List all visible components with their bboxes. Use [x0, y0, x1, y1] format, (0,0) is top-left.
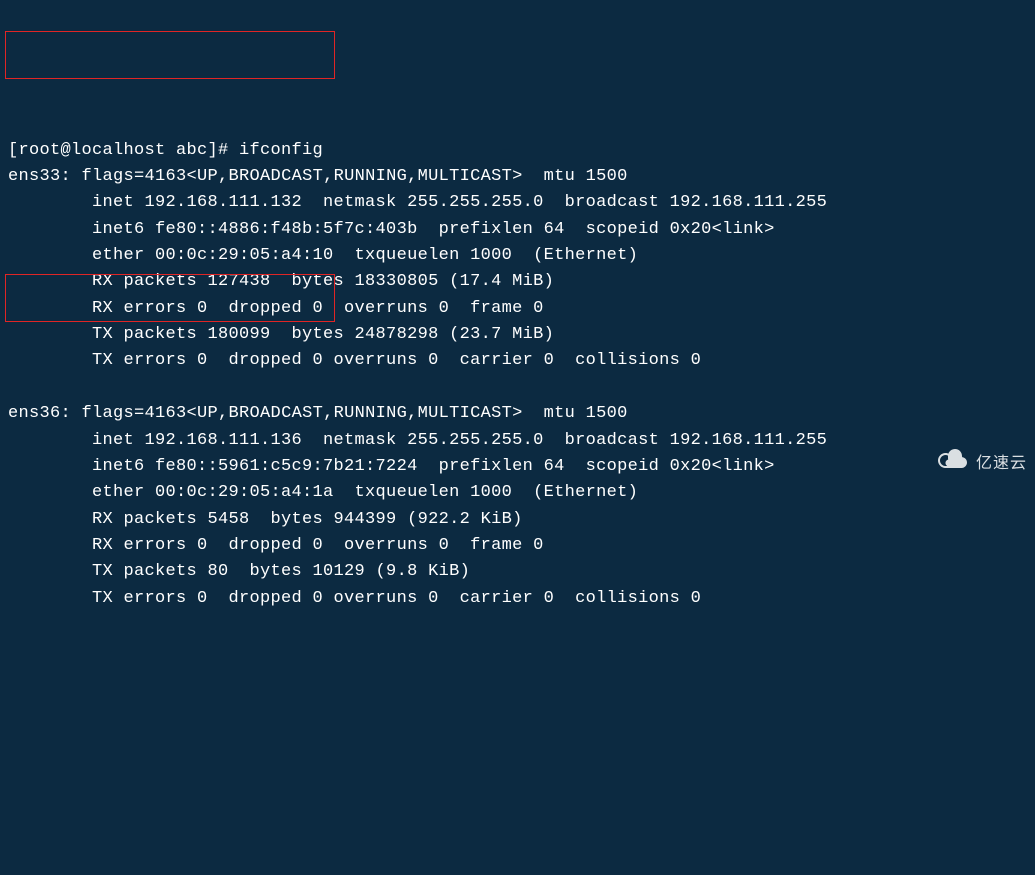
iface-rxpackets-1: RX packets 5458 bytes 944399 (922.2 KiB) [92, 510, 523, 529]
iface-flags-1: flags=4163<UP,BROADCAST,RUNNING,MULTICAS… [82, 404, 628, 423]
shell-prompt: [root@localhost abc]# [8, 141, 239, 160]
highlight-box-ens33 [5, 31, 335, 79]
command-typed: ifconfig [239, 141, 323, 160]
iface-rxpackets-0: RX packets 127438 bytes 18330805 (17.4 M… [92, 272, 554, 291]
iface-inet6-1: inet6 fe80::5961:c5c9:7b21:7224 prefixle… [92, 457, 775, 476]
iface-txerrors-0: TX errors 0 dropped 0 overruns 0 carrier… [92, 351, 701, 370]
iface-ether-0: ether 00:0c:29:05:a4:10 txqueuelen 1000 … [92, 246, 638, 265]
watermark: 亿速云 [895, 423, 1027, 506]
terminal-output: [root@localhost abc]# ifconfig ens33: fl… [8, 111, 1027, 612]
iface-name-1: ens36 [8, 404, 61, 423]
iface-rxerrors-1: RX errors 0 dropped 0 overruns 0 frame 0 [92, 536, 544, 555]
iface-inet-0: inet 192.168.111.132 netmask 255.255.255… [92, 193, 827, 212]
iface-ether-1: ether 00:0c:29:05:a4:1a txqueuelen 1000 … [92, 483, 638, 502]
iface-txpackets-1: TX packets 80 bytes 10129 (9.8 KiB) [92, 562, 470, 581]
iface-inet6-0: inet6 fe80::4886:f48b:5f7c:403b prefixle… [92, 220, 775, 239]
iface-name-0: ens33 [8, 167, 61, 186]
iface-txpackets-0: TX packets 180099 bytes 24878298 (23.7 M… [92, 325, 554, 344]
iface-rxerrors-0: RX errors 0 dropped 0 overruns 0 frame 0 [92, 299, 544, 318]
watermark-text: 亿速云 [976, 452, 1027, 477]
cloud-icon [895, 423, 970, 506]
iface-flags-0: flags=4163<UP,BROADCAST,RUNNING,MULTICAS… [82, 167, 628, 186]
iface-inet-1: inet 192.168.111.136 netmask 255.255.255… [92, 431, 827, 450]
iface-txerrors-1: TX errors 0 dropped 0 overruns 0 carrier… [92, 589, 701, 608]
